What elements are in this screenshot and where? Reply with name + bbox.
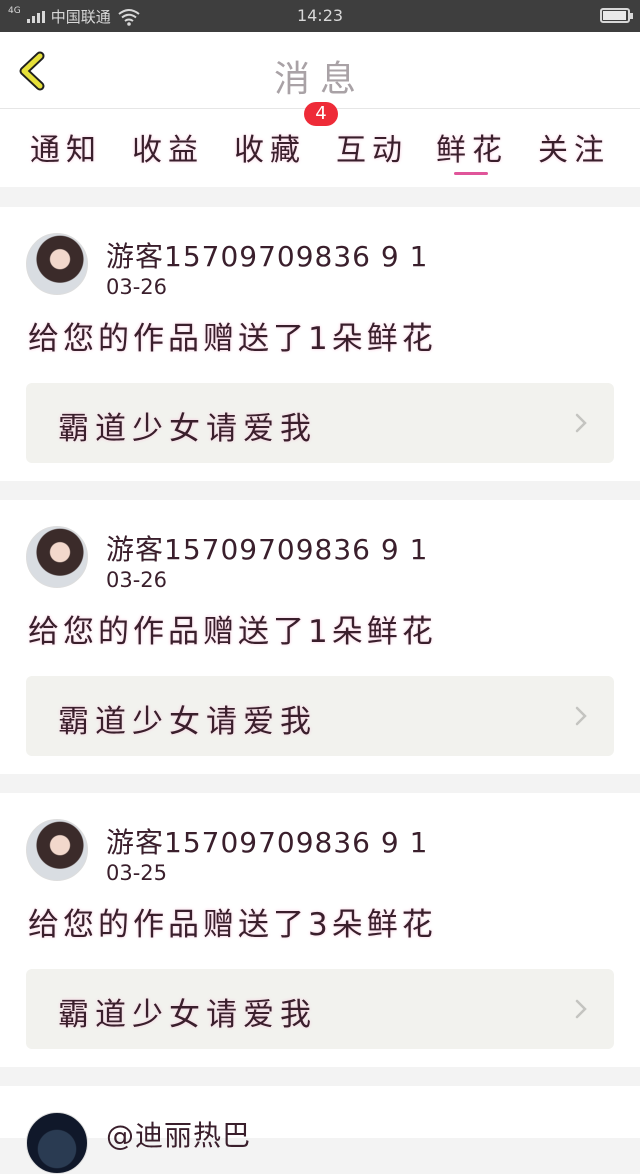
avatar[interactable] [26,233,88,295]
message-card: @迪丽热巴 [0,1086,640,1174]
work-title: 霸道少女请爱我 [58,411,317,447]
username[interactable]: 游客15709709836 9 1 [106,235,428,275]
message-date: 03-26 [106,275,168,299]
work-title: 霸道少女请爱我 [58,997,317,1033]
message-text: 给您的作品赠送了3朵鲜花 [28,907,437,943]
avatar[interactable] [26,819,88,881]
clock: 14:23 [296,6,344,25]
username[interactable]: 游客15709709836 9 1 [106,821,428,861]
message-text: 给您的作品赠送了1朵鲜花 [28,321,437,357]
chevron-right-icon [575,413,587,433]
battery-fill [603,11,626,20]
work-title: 霸道少女请爱我 [58,704,317,740]
tab-favorites[interactable]: 收藏 [234,125,306,169]
tab-flowers[interactable]: 鲜花 [436,125,508,169]
avatar[interactable] [26,1112,88,1174]
chevron-right-icon [575,706,587,726]
message-card: 游客15709709836 9 1 03-26 给您的作品赠送了1朵鲜花 霸道少… [0,500,640,774]
message-date: 03-25 [106,861,168,885]
avatar[interactable] [26,526,88,588]
status-bar: 4G 中国联通 14:23 [0,0,640,32]
message-card: 游客15709709836 9 1 03-25 给您的作品赠送了3朵鲜花 霸道少… [0,793,640,1067]
work-link[interactable]: 霸道少女请爱我 [26,969,614,1049]
message-text: 给您的作品赠送了1朵鲜花 [28,614,437,650]
tab-following[interactable]: 关注 [538,125,610,169]
work-link[interactable]: 霸道少女请爱我 [26,383,614,463]
page-title: 消息 [273,59,366,100]
message-card: 游客15709709836 9 1 03-26 给您的作品赠送了1朵鲜花 霸道少… [0,207,640,481]
active-tab-indicator [454,172,488,175]
chevron-right-icon [575,999,587,1019]
tab-interactions[interactable]: 互动 [336,125,408,169]
header-bar: 消息 [0,32,640,109]
tab-earnings[interactable]: 收益 [132,125,204,169]
work-link[interactable]: 霸道少女请爱我 [26,676,614,756]
favorites-badge: 4 [304,102,338,126]
tab-notifications[interactable]: 通知 [30,125,102,169]
username[interactable]: 游客15709709836 9 1 [106,528,428,568]
username[interactable]: @迪丽热巴 [106,1114,251,1154]
battery-icon [600,8,633,23]
message-date: 03-26 [106,568,168,592]
